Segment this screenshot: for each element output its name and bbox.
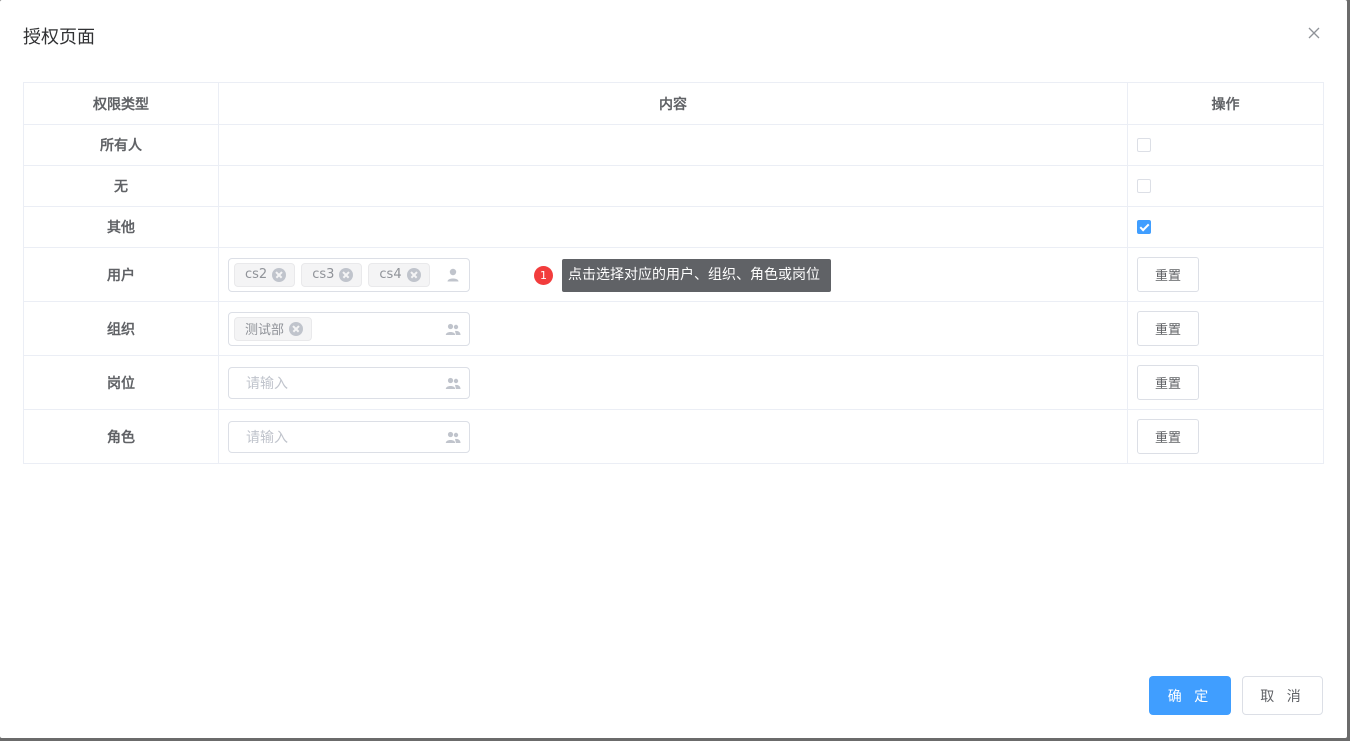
- role-select[interactable]: 请输入: [228, 420, 470, 453]
- tag-label: cs4: [379, 267, 402, 282]
- selected-tag: cs2: [234, 262, 296, 287]
- row-content-cell: 测试部: [218, 301, 1128, 356]
- role-reset-button[interactable]: 重置: [1137, 419, 1199, 454]
- row-action-cell: [1127, 124, 1324, 166]
- close-icon[interactable]: [1305, 24, 1323, 42]
- none-checkbox[interactable]: [1137, 179, 1151, 193]
- authorization-dialog: 授权页面 权限类型 内容 操作 所有人 无 其他 用户 cs2 cs3 cs4 …: [0, 0, 1347, 738]
- row-action-cell: [1127, 165, 1324, 207]
- row-type-label: 用户: [23, 247, 219, 302]
- row-content-cell: [218, 124, 1128, 166]
- row-content-cell: [218, 206, 1128, 248]
- table-row-other: 其他: [23, 206, 1324, 248]
- row-content-cell: 请输入: [218, 355, 1128, 410]
- tag-close-icon[interactable]: [406, 267, 421, 282]
- row-action-cell: 重置: [1127, 247, 1324, 302]
- table-row-position: 岗位 请输入 重置: [23, 355, 1324, 410]
- row-action-cell: 重置: [1127, 301, 1324, 356]
- row-action-cell: [1127, 206, 1324, 248]
- users-icon[interactable]: [445, 375, 461, 391]
- selected-tag: 测试部: [234, 316, 313, 341]
- table-row-none: 无: [23, 165, 1324, 207]
- row-action-cell: 重置: [1127, 355, 1324, 410]
- organization-reset-button[interactable]: 重置: [1137, 311, 1199, 346]
- dialog-title: 授权页面: [23, 27, 95, 48]
- row-content-cell: [218, 165, 1128, 207]
- guide-hint: 1 点击选择对应的用户、组织、角色或岗位: [534, 259, 831, 292]
- position-select[interactable]: 请输入: [228, 366, 470, 399]
- users-icon[interactable]: [445, 429, 461, 445]
- header-content: 内容: [218, 82, 1128, 125]
- hint-tooltip: 点击选择对应的用户、组织、角色或岗位: [562, 259, 831, 292]
- selected-tag: cs3: [301, 262, 363, 287]
- row-type-label: 无: [23, 165, 219, 207]
- selected-tag: cs4: [368, 262, 430, 287]
- tag-label: cs2: [245, 267, 268, 282]
- user-icon[interactable]: [445, 267, 461, 283]
- row-type-label: 所有人: [23, 124, 219, 166]
- tag-close-icon[interactable]: [339, 267, 354, 282]
- row-content-cell: 请输入: [218, 409, 1128, 464]
- table-header-row: 权限类型 内容 操作: [23, 82, 1324, 125]
- position-reset-button[interactable]: 重置: [1137, 365, 1199, 400]
- table-row-everyone: 所有人: [23, 124, 1324, 166]
- tag-label: 测试部: [245, 323, 285, 338]
- row-type-label: 岗位: [23, 355, 219, 410]
- organization-select[interactable]: 测试部: [228, 311, 470, 346]
- user-reset-button[interactable]: 重置: [1137, 257, 1199, 292]
- table-row-role: 角色 请输入 重置: [23, 409, 1324, 464]
- position-placeholder: 请输入: [246, 375, 288, 392]
- confirm-button[interactable]: 确 定: [1149, 676, 1231, 715]
- table-row-organization: 组织 测试部 重置: [23, 301, 1324, 356]
- tag-label: cs3: [312, 267, 335, 282]
- tag-close-icon[interactable]: [289, 321, 304, 336]
- hint-step-badge: 1: [534, 266, 553, 285]
- cancel-button[interactable]: 取 消: [1242, 676, 1323, 715]
- row-action-cell: 重置: [1127, 409, 1324, 464]
- role-placeholder: 请输入: [246, 429, 288, 446]
- header-permission-type: 权限类型: [23, 82, 219, 125]
- row-type-label: 角色: [23, 409, 219, 464]
- header-action: 操作: [1127, 82, 1324, 125]
- user-select[interactable]: cs2 cs3 cs4: [228, 257, 470, 292]
- row-type-label: 组织: [23, 301, 219, 356]
- other-checkbox[interactable]: [1137, 220, 1151, 234]
- row-type-label: 其他: [23, 206, 219, 248]
- tag-close-icon[interactable]: [272, 267, 287, 282]
- users-icon[interactable]: [445, 321, 461, 337]
- everyone-checkbox[interactable]: [1137, 138, 1151, 152]
